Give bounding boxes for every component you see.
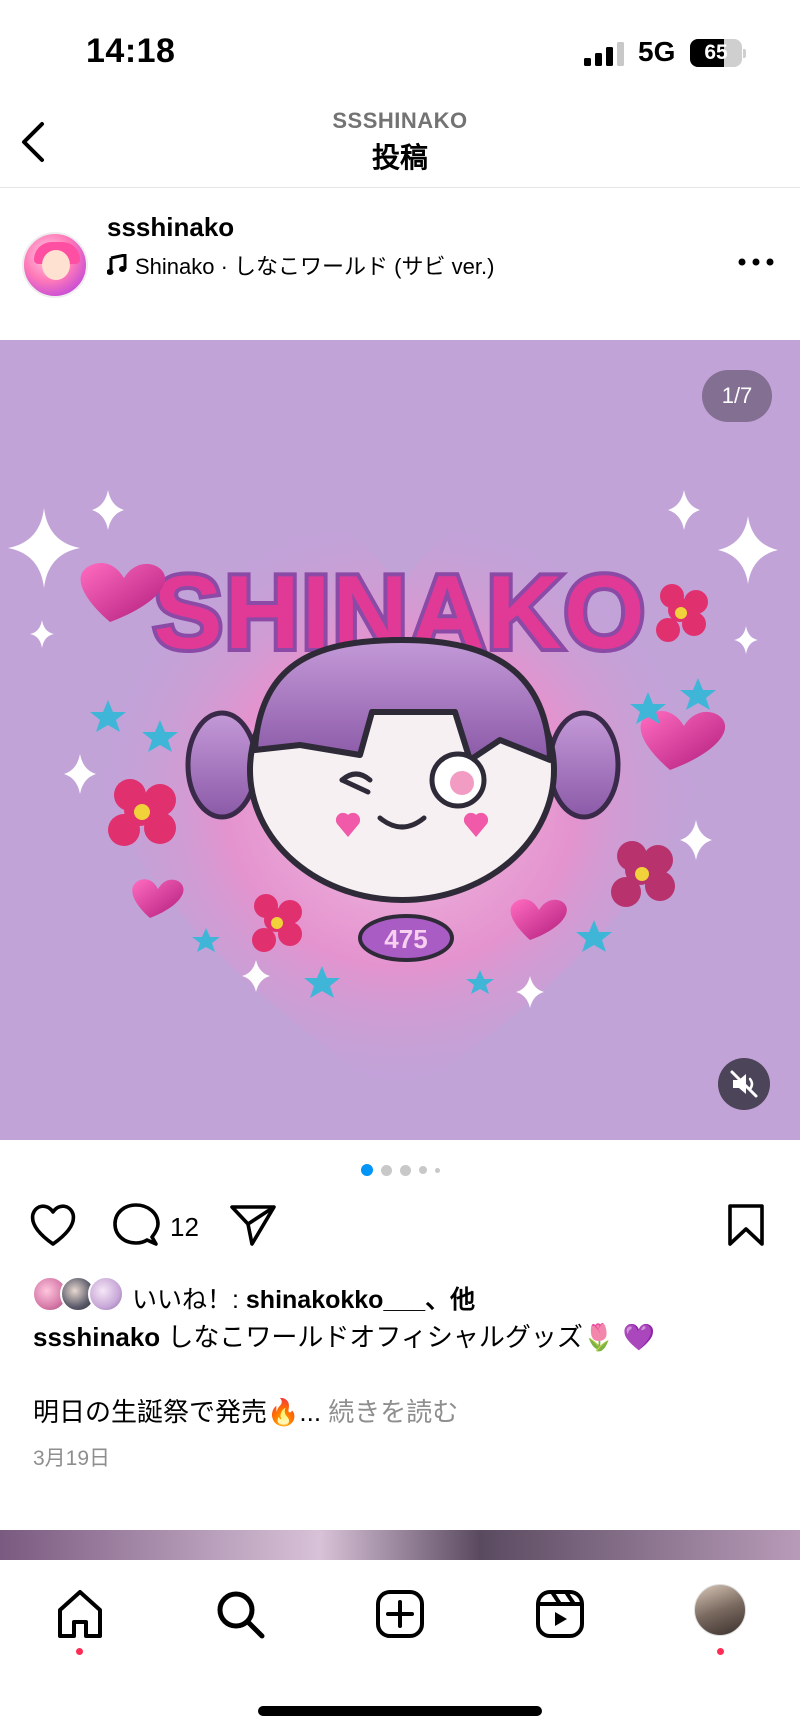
cellular-signal-icon <box>584 42 624 66</box>
carousel-dot <box>380 1164 392 1176</box>
next-post-preview[interactable] <box>0 1530 800 1560</box>
home-icon[interactable] <box>52 1586 108 1642</box>
music-note-icon <box>107 254 127 275</box>
caption-line2: 明日の生誕祭で発売🔥... 続きを読む <box>33 1392 458 1429</box>
caption-username[interactable]: ssshinako <box>33 1322 160 1352</box>
read-more-link[interactable]: 続きを読む <box>321 1397 458 1427</box>
likes-prefix: いいね！: <box>132 1286 246 1314</box>
avatar[interactable] <box>22 232 88 298</box>
paper-plane-icon[interactable] <box>228 1202 278 1248</box>
bottom-navigation <box>0 1560 800 1731</box>
music-label: Shinako · しなこワールド (サビ ver.) <box>135 254 495 279</box>
liked-by-avatars[interactable] <box>32 1276 124 1314</box>
more-horizontal-icon[interactable] <box>736 250 776 274</box>
home-notification-dot <box>76 1648 83 1655</box>
status-bar: 14:18 5G 65 <box>0 0 800 100</box>
carousel-indicator <box>0 1164 800 1176</box>
battery-icon: 65 <box>690 39 746 67</box>
badge-text: 475 <box>384 924 427 954</box>
heart-icon[interactable] <box>28 1202 78 1248</box>
carousel-dot <box>434 1167 440 1173</box>
page-header: SSSHINAKO 投稿 <box>0 100 800 188</box>
profile-avatar[interactable] <box>694 1584 746 1636</box>
post-image[interactable]: SHINAKO 475 <box>0 340 800 1140</box>
status-time: 14:18 <box>86 32 176 70</box>
search-icon[interactable] <box>212 1586 268 1642</box>
carousel-dot <box>418 1166 427 1174</box>
post-illustration: SHINAKO 475 <box>8 490 778 1100</box>
network-type: 5G <box>638 36 676 67</box>
header-account: SSSHINAKO <box>332 108 468 133</box>
caption: ssshinako しなこワールドオフィシャルグッズ🌷 💜 <box>33 1320 773 1354</box>
carousel-dot <box>360 1164 373 1176</box>
caption-text: しなこワールドオフィシャルグッズ🌷 💜 <box>160 1322 655 1352</box>
post-username[interactable]: ssshinako <box>107 212 234 243</box>
carousel-dot <box>399 1164 411 1176</box>
battery-level: 65 <box>704 41 728 64</box>
likes-suffix: 、他 <box>425 1286 476 1314</box>
comment-icon[interactable] <box>112 1202 160 1248</box>
image-counter: 1/7 <box>702 370 772 422</box>
page-title: 投稿 <box>371 142 428 173</box>
music-link[interactable]: Shinako · しなこワールド (サビ ver.) <box>107 249 494 281</box>
plus-square-icon[interactable] <box>372 1586 428 1642</box>
likes-summary[interactable]: いいね！: shinakokko___、他 <box>132 1280 475 1316</box>
comment-count: 12 <box>170 1212 199 1242</box>
home-indicator <box>258 1706 542 1716</box>
profile-notification-dot <box>717 1648 724 1655</box>
post-date: 3月19日 <box>33 1447 111 1470</box>
reels-icon[interactable] <box>532 1586 588 1642</box>
bookmark-icon[interactable] <box>726 1202 766 1248</box>
caption-line2-text: 明日の生誕祭で発売🔥... <box>33 1397 322 1427</box>
likes-user[interactable]: shinakokko___ <box>246 1286 425 1314</box>
speaker-muted-icon[interactable] <box>718 1058 770 1110</box>
